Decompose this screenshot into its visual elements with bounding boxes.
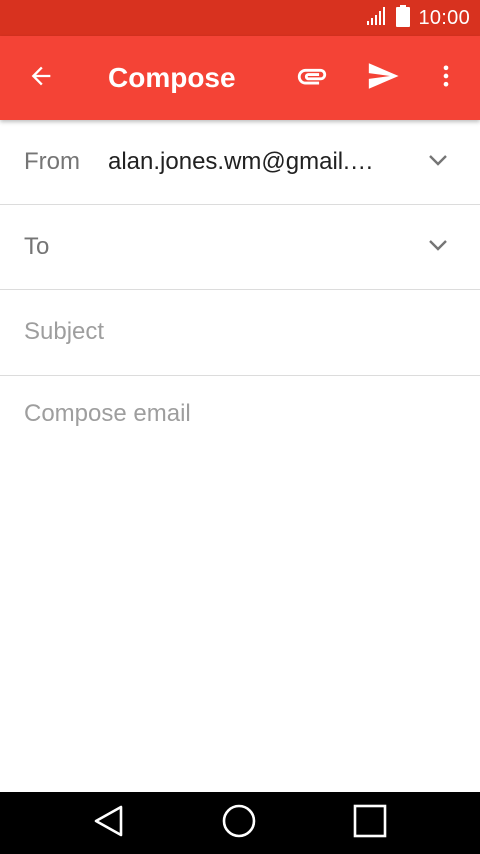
to-row: To (0, 205, 480, 290)
battery-icon (396, 4, 411, 32)
nav-back-button[interactable] (85, 799, 133, 847)
compose-body-input[interactable] (24, 398, 456, 778)
from-row: From alan.jones.wm@gmail.c… (0, 120, 480, 205)
attach-button[interactable] (288, 54, 336, 102)
from-dropdown-button[interactable] (420, 144, 456, 180)
back-button[interactable] (17, 54, 65, 102)
to-expand-button[interactable] (420, 229, 456, 265)
status-icons: 10:00 (366, 0, 470, 36)
nav-home-button[interactable] (215, 799, 263, 847)
subject-input[interactable] (24, 312, 454, 352)
app-bar: Compose (0, 36, 480, 120)
nav-home-icon (221, 803, 257, 844)
more-options-button[interactable] (422, 54, 470, 102)
more-vert-icon (432, 62, 460, 95)
nav-back-icon (92, 804, 126, 843)
status-bar: 10:00 (0, 0, 480, 36)
nav-recents-button[interactable] (346, 799, 394, 847)
chevron-down-icon (426, 233, 450, 262)
send-icon (366, 59, 400, 98)
to-input[interactable] (108, 227, 408, 267)
arrow-back-icon (27, 62, 55, 95)
system-nav-bar (0, 792, 480, 854)
nav-recents-icon (353, 804, 387, 843)
signal-icon (366, 5, 388, 32)
chevron-down-icon (426, 148, 450, 177)
subject-row (0, 290, 480, 376)
to-label: To (24, 233, 50, 260)
status-time: 10:00 (418, 6, 470, 29)
page-title: Compose (108, 62, 236, 93)
from-account-value[interactable]: alan.jones.wm@gmail.c… (108, 120, 383, 204)
send-button[interactable] (359, 54, 407, 102)
paperclip-icon (295, 59, 329, 98)
from-label: From (24, 148, 80, 175)
